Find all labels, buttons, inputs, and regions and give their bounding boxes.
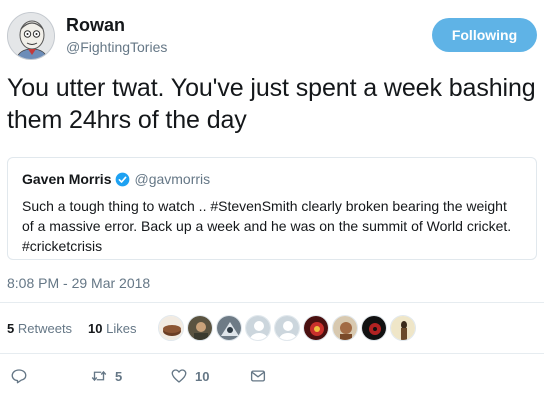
like-button[interactable]: 10: [170, 367, 209, 385]
liker-avatar[interactable]: [274, 315, 300, 341]
likes-stat[interactable]: 10 Likes: [88, 321, 136, 336]
retweets-count: 5: [7, 321, 15, 336]
likers-avatars: [158, 315, 419, 343]
like-count: 10: [195, 368, 210, 384]
quoted-author-handle: @gavmorris: [134, 171, 211, 187]
tweet-timestamp[interactable]: 8:08 PM - 29 Mar 2018: [7, 275, 150, 291]
tweet-actions: 5 10: [0, 362, 544, 392]
quoted-author-name: Gaven Morris: [22, 171, 112, 187]
quoted-tweet-header: Gaven Morris @gavmorris: [22, 170, 522, 188]
liker-avatar[interactable]: [216, 315, 242, 341]
retweets-stat[interactable]: 5 Retweets: [7, 321, 72, 336]
following-button[interactable]: Following: [432, 18, 537, 52]
tweet-text: You utter twat. You've just spent a week…: [7, 74, 536, 134]
liker-avatar[interactable]: [158, 315, 184, 341]
author-handle[interactable]: @FightingTories: [66, 39, 167, 55]
likes-label: Likes: [106, 321, 137, 336]
direct-message-button[interactable]: [249, 367, 267, 385]
tweet-header: Rowan @FightingTories Following: [7, 8, 537, 64]
liker-avatar[interactable]: [187, 315, 213, 341]
liker-avatar[interactable]: [245, 315, 271, 341]
retweet-icon: [91, 370, 107, 382]
liker-avatar[interactable]: [303, 315, 329, 341]
tweet-stats: 5 Retweets 10 Likes: [0, 302, 544, 354]
likes-count: 10: [88, 321, 103, 336]
retweet-button[interactable]: 5: [90, 367, 122, 385]
liker-avatar[interactable]: [332, 315, 358, 341]
reply-icon: [11, 369, 27, 384]
heart-icon: [171, 369, 187, 383]
verified-badge-icon: [116, 172, 130, 186]
liker-avatar[interactable]: [361, 315, 387, 341]
quoted-tweet-text: Such a tough thing to watch .. #StevenSm…: [22, 198, 512, 254]
reply-button[interactable]: [10, 367, 28, 385]
quoted-tweet[interactable]: Gaven Morris @gavmorris Such a tough thi…: [7, 157, 537, 260]
retweets-label: Retweets: [17, 321, 73, 336]
retweet-count: 5: [115, 368, 123, 384]
liker-avatar[interactable]: [390, 315, 416, 341]
author-avatar[interactable]: [7, 12, 55, 60]
envelope-icon: [250, 370, 266, 382]
author-name[interactable]: Rowan: [66, 15, 125, 36]
